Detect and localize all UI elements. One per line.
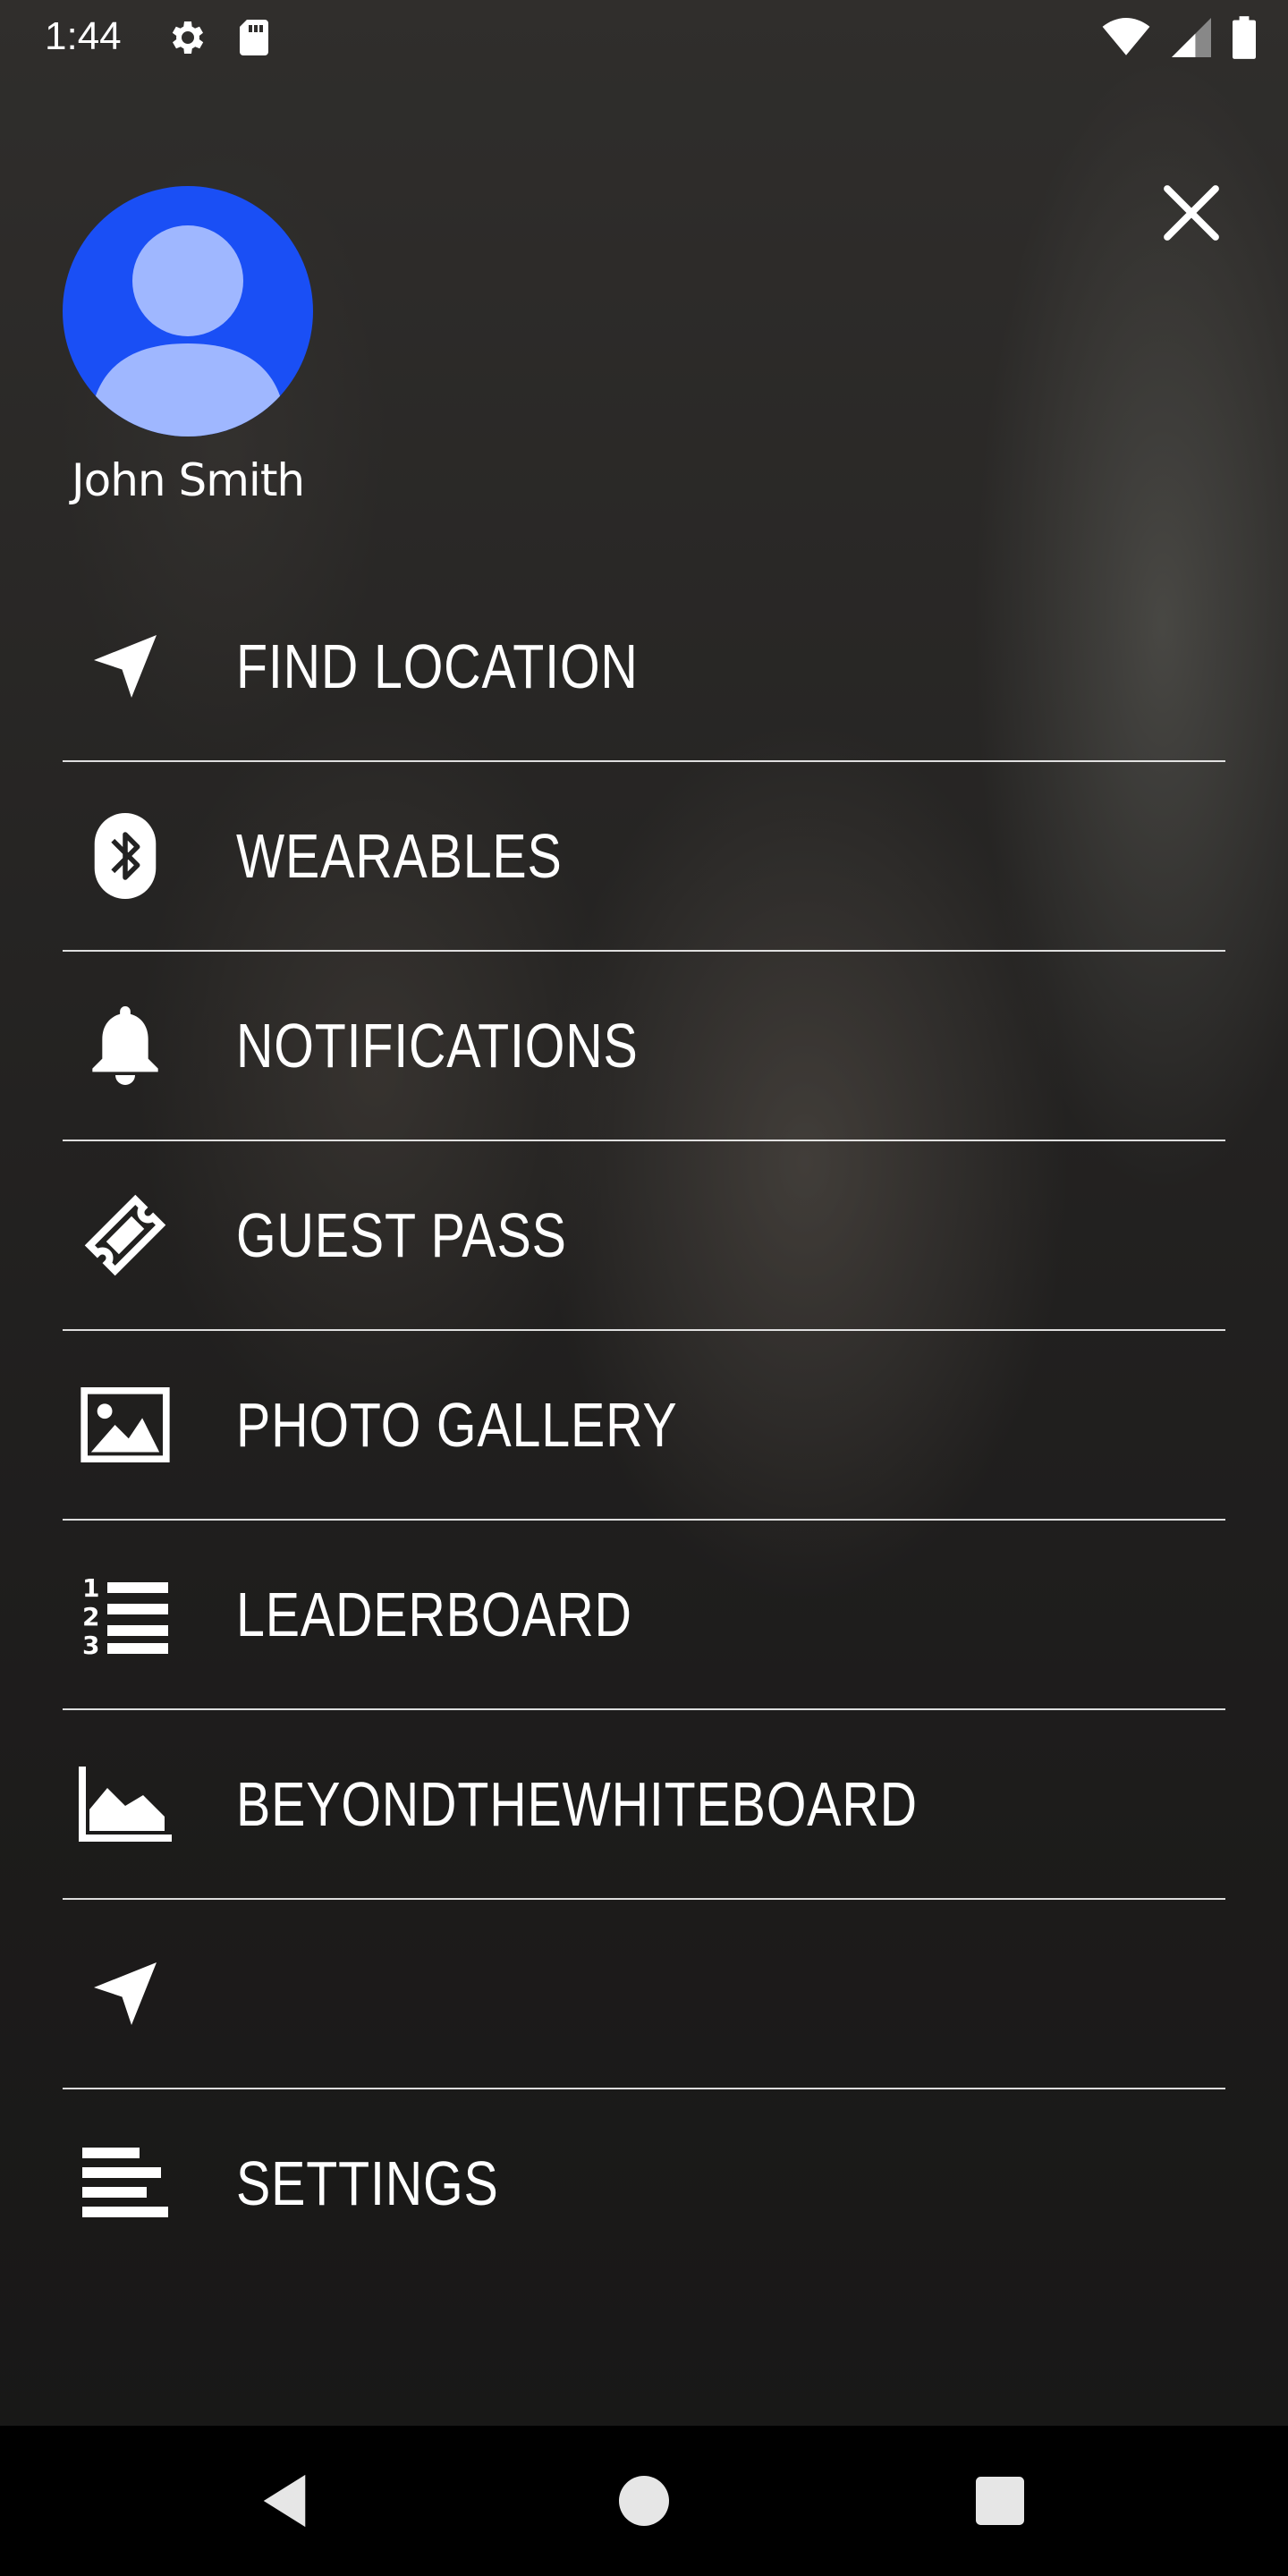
ticket-icon [63, 1173, 188, 1298]
area-chart-icon [63, 1741, 188, 1867]
align-left-icon [63, 2121, 188, 2246]
bluetooth-icon [63, 793, 188, 919]
svg-text:3: 3 [82, 1631, 99, 1657]
svg-text:2: 2 [82, 1602, 99, 1631]
ordered-list-icon: 123 [63, 1552, 188, 1677]
menu-item-label: SETTINGS [236, 2148, 499, 2218]
battery-icon [1233, 16, 1256, 64]
menu-item-label: GUEST PASS [236, 1200, 567, 1270]
back-button[interactable] [249, 2465, 320, 2537]
menu-item-label: FIND LOCATION [236, 631, 639, 701]
back-icon [263, 2474, 306, 2528]
status-bar: 1:44 [0, 0, 1288, 75]
menu-item-guest-pass[interactable]: GUEST PASS [63, 1141, 1225, 1331]
home-button[interactable] [608, 2465, 680, 2537]
sd-card-icon [234, 16, 274, 64]
wifi-icon [1102, 18, 1150, 62]
avatar[interactable] [63, 186, 313, 436]
menu-item-label: NOTIFICATIONS [236, 1011, 639, 1080]
menu-item-wearables[interactable]: WEARABLES [63, 762, 1225, 952]
status-time: 1:44 [45, 14, 122, 58]
menu-item-label: LEADERBOARD [236, 1580, 632, 1649]
menu-item-leaderboard[interactable]: 123 LEADERBOARD [63, 1521, 1225, 1710]
close-icon [1164, 185, 1219, 241]
recents-button[interactable] [964, 2465, 1036, 2537]
navigation-arrow-icon [63, 1931, 188, 2056]
user-icon [89, 225, 286, 436]
system-nav-bar [0, 2426, 1288, 2576]
home-icon [619, 2476, 669, 2526]
gear-icon [165, 16, 208, 64]
menu-item-label: WEARABLES [236, 821, 563, 891]
bell-icon [63, 983, 188, 1108]
menu-item-notifications[interactable]: NOTIFICATIONS [63, 952, 1225, 1141]
menu-item-location-unlabeled[interactable] [63, 1900, 1225, 2089]
cell-signal-icon [1172, 18, 1211, 62]
menu-item-beyondthewhiteboard[interactable]: BEYONDTHEWHITEBOARD [63, 1710, 1225, 1900]
svg-text:1: 1 [82, 1573, 99, 1603]
close-button[interactable] [1147, 168, 1236, 258]
menu-item-settings[interactable]: SETTINGS [63, 2089, 1225, 2277]
side-menu: FIND LOCATION WEARABLES NOTIFICATIONS GU… [63, 572, 1225, 2277]
menu-item-label: BEYONDTHEWHITEBOARD [236, 1769, 918, 1839]
profile-name: John Smith [71, 454, 305, 506]
recents-icon [976, 2477, 1024, 2525]
menu-item-find-location[interactable]: FIND LOCATION [63, 572, 1225, 762]
image-icon [63, 1362, 188, 1487]
menu-item-label: PHOTO GALLERY [236, 1390, 678, 1460]
menu-item-photo-gallery[interactable]: PHOTO GALLERY [63, 1331, 1225, 1521]
navigation-arrow-icon [63, 604, 188, 729]
